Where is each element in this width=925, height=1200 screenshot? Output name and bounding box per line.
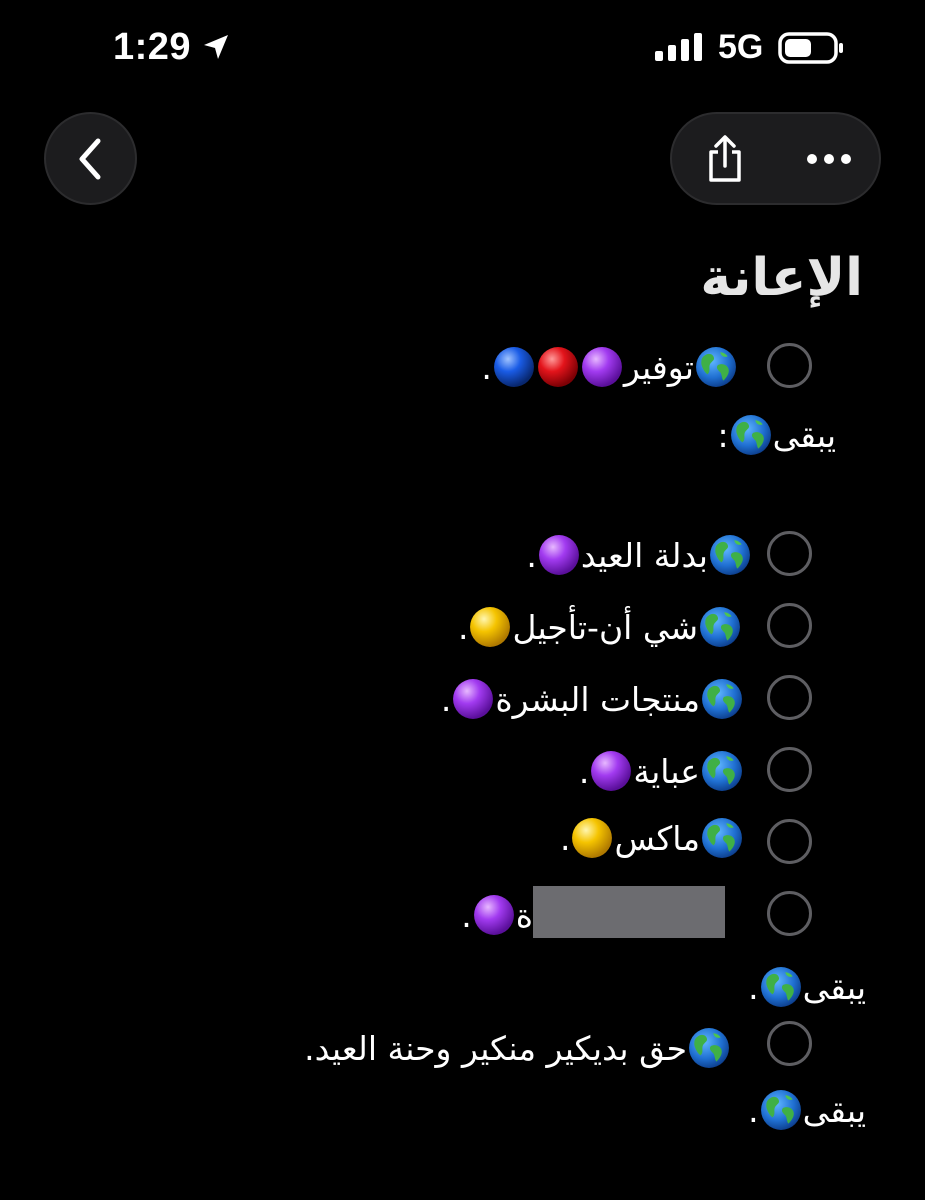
red-circle-icon bbox=[537, 347, 578, 387]
checkbox[interactable] bbox=[767, 531, 812, 576]
text-line: يبقى . bbox=[748, 966, 866, 1008]
text-line: يبقى . bbox=[748, 1089, 866, 1131]
globe-icon bbox=[702, 679, 742, 719]
item-text: عباية bbox=[633, 751, 700, 791]
globe-icon bbox=[730, 415, 771, 455]
checkbox[interactable] bbox=[767, 747, 812, 792]
globe-icon bbox=[710, 535, 750, 575]
item-text: ماكس bbox=[614, 818, 700, 858]
item-end: . bbox=[748, 967, 759, 1007]
item-text: توفير bbox=[623, 347, 694, 387]
list-item: عباية . bbox=[579, 750, 744, 792]
purple-circle-icon bbox=[591, 751, 632, 791]
list-item: بدلة العيد . bbox=[526, 534, 752, 576]
checkbox[interactable] bbox=[767, 891, 812, 936]
list-item: منتجات البشرة . bbox=[441, 678, 744, 720]
location-arrow-icon bbox=[204, 35, 228, 59]
purple-circle-icon bbox=[453, 679, 494, 719]
item-end: . bbox=[559, 818, 571, 858]
checkbox[interactable] bbox=[767, 819, 812, 864]
item-end: . bbox=[461, 895, 472, 935]
status-time: 1:29 bbox=[113, 26, 192, 68]
actions-pill bbox=[670, 112, 881, 205]
item-end: . bbox=[440, 679, 452, 719]
notes-screen: 1:29 5G الإعانة توفير . يبقى: بدلة العي… bbox=[0, 0, 925, 1200]
redaction-box bbox=[533, 886, 725, 938]
battery-icon bbox=[778, 32, 843, 64]
item-text: شي أن-تأجيل bbox=[512, 607, 698, 647]
list-item: توفير . bbox=[481, 346, 738, 388]
globe-icon bbox=[696, 347, 736, 387]
item-text: يبقى bbox=[802, 967, 866, 1007]
chevron-left-icon bbox=[79, 138, 100, 179]
item-end: . bbox=[578, 751, 590, 791]
purple-circle-icon bbox=[538, 535, 579, 575]
share-button[interactable] bbox=[696, 130, 754, 188]
item-end: . bbox=[457, 607, 469, 647]
checkbox[interactable] bbox=[767, 675, 812, 720]
item-text: يبقى bbox=[802, 1090, 866, 1130]
globe-icon bbox=[760, 967, 801, 1007]
text-line: يبقى : bbox=[718, 414, 836, 456]
globe-icon bbox=[689, 1028, 729, 1068]
list-item: شي أن-تأجيل . bbox=[458, 606, 742, 648]
list-item: ماكس . bbox=[560, 817, 744, 859]
item-end: : bbox=[717, 415, 729, 455]
checkbox[interactable] bbox=[767, 1021, 812, 1066]
back-button[interactable] bbox=[44, 112, 137, 205]
item-text: منتجات البشرة bbox=[495, 679, 700, 719]
signal-bars-icon bbox=[655, 33, 702, 61]
globe-icon bbox=[702, 751, 742, 791]
yellow-circle-icon bbox=[572, 818, 613, 858]
purple-circle-icon bbox=[581, 347, 622, 387]
item-text: ة bbox=[515, 895, 533, 935]
purple-circle-icon bbox=[473, 895, 514, 935]
yellow-circle-icon bbox=[470, 607, 511, 647]
share-icon bbox=[709, 135, 741, 182]
item-end: . bbox=[526, 535, 537, 575]
list-item: ة . bbox=[461, 894, 533, 936]
more-button[interactable] bbox=[800, 130, 858, 188]
item-end: . bbox=[481, 347, 492, 387]
note-title: الإعانة bbox=[700, 248, 863, 308]
globe-icon bbox=[760, 1090, 801, 1130]
item-text: يبقى bbox=[772, 415, 836, 455]
checkbox[interactable] bbox=[767, 343, 812, 388]
item-text: بدلة العيد bbox=[580, 535, 708, 575]
network-type: 5G bbox=[718, 28, 764, 66]
blue-circle-icon bbox=[493, 347, 534, 387]
checkbox[interactable] bbox=[767, 603, 812, 648]
globe-icon bbox=[700, 607, 740, 647]
item-text: حق بديكير منكير وحنة العيد bbox=[314, 1028, 687, 1068]
list-item: حق بديكير منكير وحنة العيد . bbox=[304, 1027, 731, 1069]
item-end: . bbox=[304, 1028, 315, 1068]
ellipsis-icon bbox=[807, 154, 851, 164]
globe-icon bbox=[702, 818, 742, 858]
item-end: . bbox=[748, 1090, 759, 1130]
